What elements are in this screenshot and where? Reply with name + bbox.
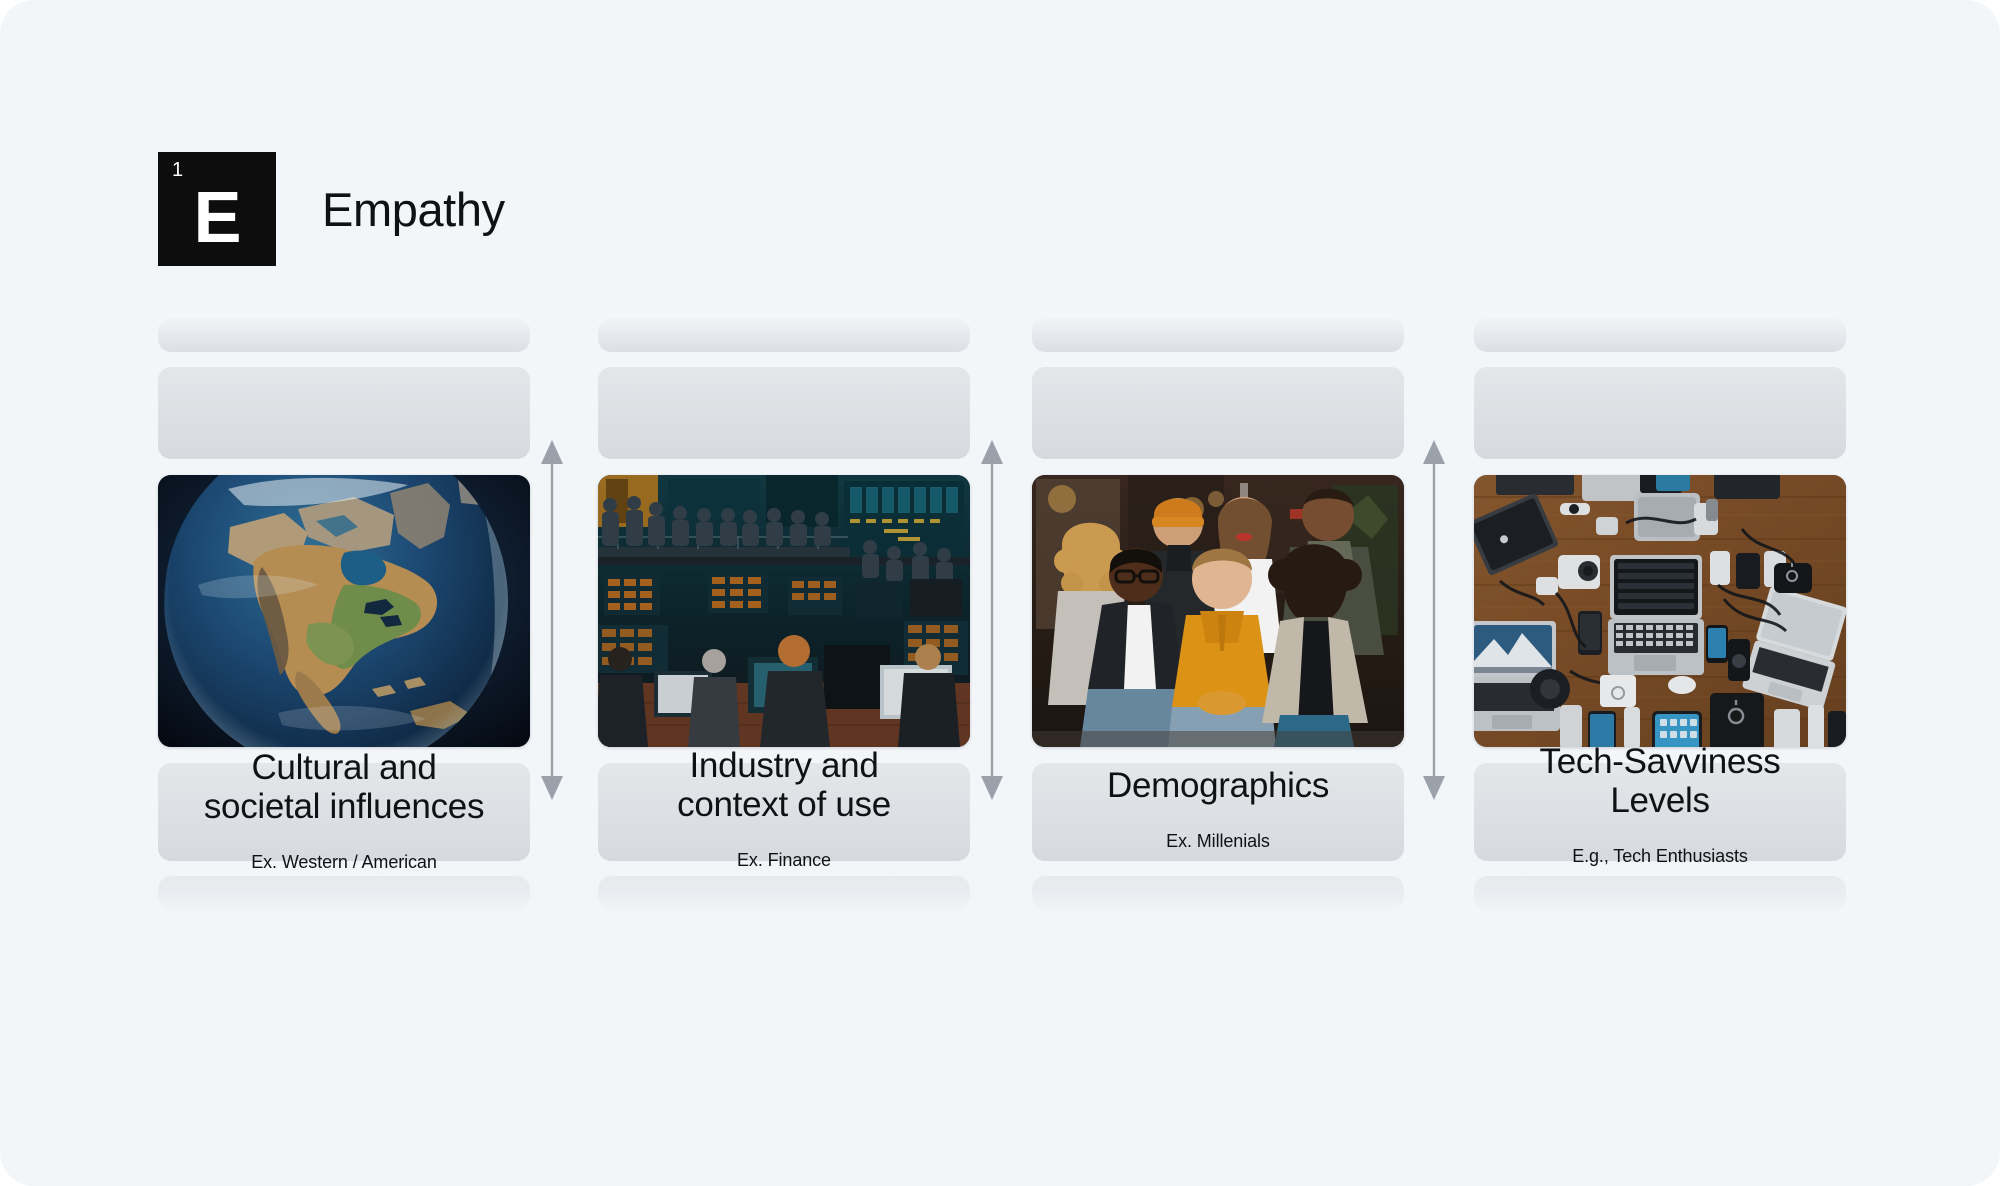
skeleton-block-upper (598, 367, 970, 459)
skeleton-bar-bottom (1032, 876, 1404, 910)
sub-caption: Ex. Finance (737, 850, 831, 871)
laptops-gadgets-flatlay-image (1474, 475, 1846, 747)
earth-globe-north-america-image (158, 475, 530, 747)
page-title: Empathy (322, 182, 505, 236)
skeleton-bar-top (598, 318, 970, 352)
vertical-double-arrow-1 (539, 440, 565, 800)
skeleton-bar-top (158, 318, 530, 352)
skeleton-bar-bottom (158, 876, 530, 910)
caption-line-1: Cultural and (251, 748, 437, 787)
skeleton-bar-bottom (598, 876, 970, 910)
vertical-double-arrow-2 (979, 440, 1005, 800)
column-tech-savviness-levels: Tech-Savviness Levels E.g., Tech Enthusi… (1474, 318, 1846, 910)
caption-group: Cultural and societal influences Ex. Wes… (158, 748, 530, 873)
slide-header: 1 E Empathy (158, 152, 505, 266)
sub-caption: Ex. Millenials (1166, 831, 1270, 852)
slide-card: 1 E Empathy Cultural and societal influe… (0, 0, 2000, 1186)
sub-caption: Ex. Western / American (251, 852, 437, 873)
caption-line-2: Levels (1610, 781, 1710, 821)
trading-floor-image (598, 475, 970, 747)
caption-group: Demographics Ex. Millenials (1032, 766, 1404, 852)
skeleton-bar-bottom (1474, 876, 1846, 910)
caption-line-1: Industry and (689, 746, 879, 785)
skeleton-bar-top (1032, 318, 1404, 352)
skeleton-bar-top (1474, 318, 1846, 352)
sub-caption: E.g., Tech Enthusiasts (1572, 846, 1748, 867)
step-badge: 1 E (158, 152, 276, 266)
column-industry-context-of-use: Industry and context of use Ex. Finance (598, 318, 970, 910)
caption-line-2: societal influences (203, 787, 485, 827)
caption-line-1: Tech-Savviness (1539, 742, 1781, 781)
skeleton-block-upper (158, 367, 530, 459)
column-cultural-societal-influences: Cultural and societal influences Ex. Wes… (158, 318, 530, 910)
caption-line-2: context of use (677, 785, 891, 825)
column-demographics: Demographics Ex. Millenials (1032, 318, 1404, 910)
skeleton-block-upper (1032, 367, 1404, 459)
step-letter: E (193, 178, 241, 258)
step-number: 1 (172, 159, 184, 181)
vertical-double-arrow-3 (1421, 440, 1447, 800)
caption-group: Industry and context of use Ex. Finance (598, 746, 970, 871)
caption-group: Tech-Savviness Levels E.g., Tech Enthusi… (1474, 742, 1846, 867)
diverse-young-people-group-image (1032, 475, 1404, 747)
skeleton-block-upper (1474, 367, 1846, 459)
slide-stage: 1 E Empathy Cultural and societal influe… (0, 0, 2000, 1186)
caption-line-1: Demographics (1106, 766, 1330, 805)
